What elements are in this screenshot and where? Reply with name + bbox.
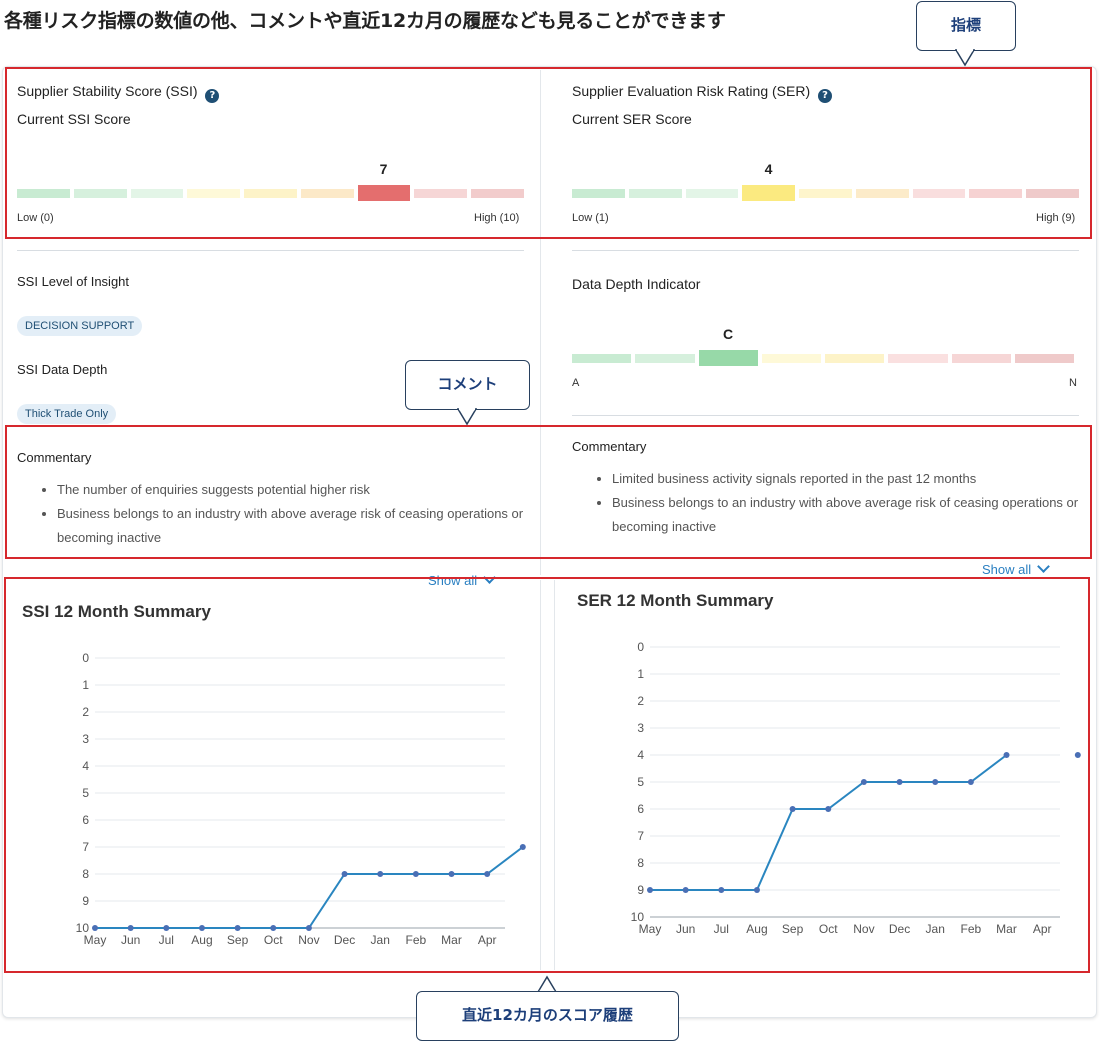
score-segment — [888, 354, 948, 363]
comment-callout: コメント — [405, 360, 530, 410]
score-segment — [635, 354, 695, 363]
ssi-depth-title: SSI Data Depth — [17, 362, 108, 377]
callout-pointer — [457, 408, 477, 426]
indicator-callout: 指標 — [916, 1, 1016, 51]
history-callout: 直近12カ月のスコア履歴 — [416, 991, 679, 1041]
history-callout-text: 直近12カ月のスコア履歴 — [462, 1006, 633, 1024]
ser-divider — [572, 250, 1079, 251]
history-highlight-box — [4, 577, 1090, 973]
callout-pointer — [955, 49, 975, 67]
ser-show-all-label: Show all — [982, 562, 1032, 577]
score-segment — [572, 354, 632, 363]
comment-highlight-box — [5, 425, 1092, 559]
score-segment — [951, 354, 1011, 363]
ser-depth-title: Data Depth Indicator — [572, 276, 701, 292]
page-headline: 各種リスク指標の数値の他、コメントや直近12カ月の履歴なども見ることができます — [4, 10, 726, 32]
comment-callout-text: コメント — [437, 375, 498, 393]
ser-divider-2 — [572, 415, 1079, 416]
score-segment — [825, 354, 885, 363]
ser-show-all-link[interactable]: Show all — [982, 560, 1051, 577]
chevron-down-icon — [1037, 560, 1051, 573]
ssi-depth-badge: Thick Trade Only — [17, 404, 117, 424]
ssi-divider — [17, 250, 524, 251]
ssi-level-badge: DECISION SUPPORT — [17, 316, 143, 336]
indicator-callout-text: 指標 — [950, 16, 981, 34]
ser-depth-high-label: N — [1069, 377, 1077, 389]
score-segment-active — [698, 350, 758, 366]
score-segment — [761, 354, 821, 363]
ser-depth-low-label: A — [572, 377, 580, 389]
ser-depth-score: C — [722, 326, 734, 342]
ser-depth-bar — [572, 350, 1074, 366]
indicator-highlight-box — [5, 67, 1092, 239]
score-segment — [1014, 354, 1074, 363]
ssi-level-title: SSI Level of Insight — [17, 274, 130, 289]
